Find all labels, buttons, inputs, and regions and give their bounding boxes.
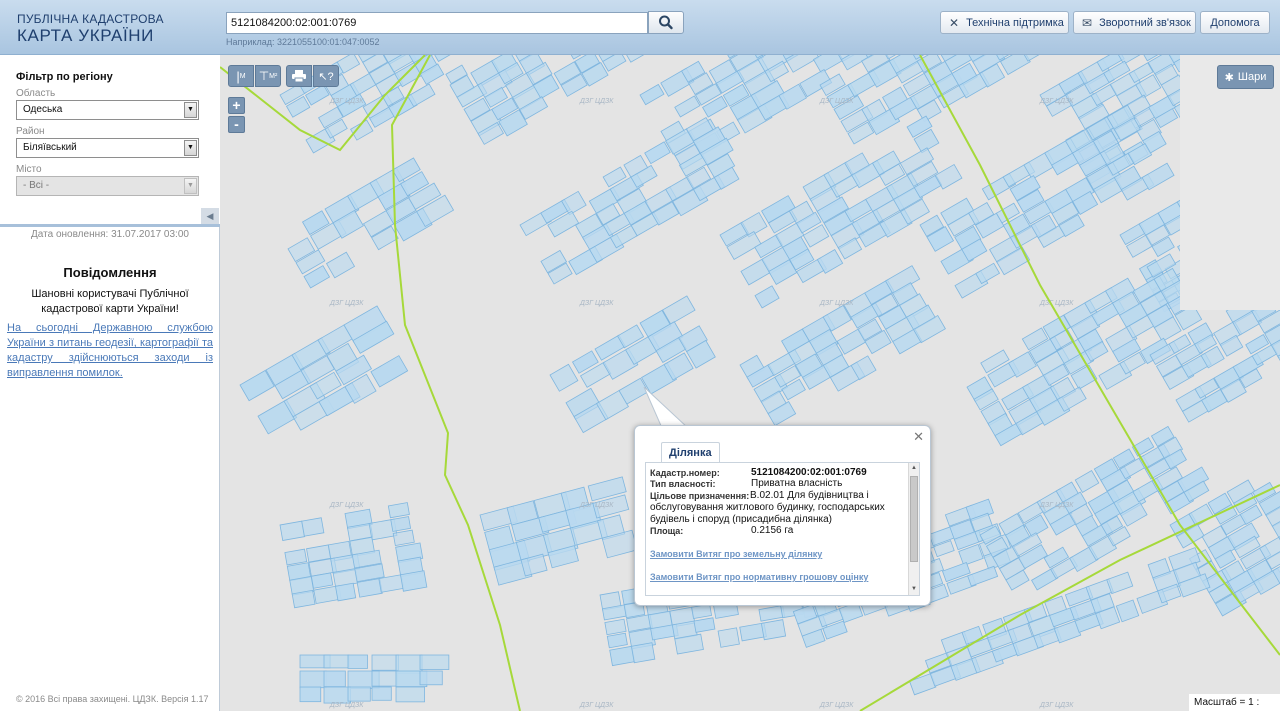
region-filter: Фільтр по регіону Область Одеська ▼ Райо… [0,55,220,226]
identify-button[interactable]: ↖? [313,65,339,87]
region-select[interactable]: Одеська ▼ [16,100,199,120]
notice-title: Повідомлення [63,265,157,280]
svg-text:ДЗГ ЦДЗК: ДЗГ ЦДЗК [329,98,364,105]
svg-text:ДЗГ ЦДЗК: ДЗГ ЦДЗК [579,300,614,307]
zoom-in-button[interactable]: + [228,97,245,114]
logo-line1: ПУБЛІЧНА КАДАСТРОВА [17,12,164,26]
cursor-question-icon: ↖? [318,70,334,83]
order-valuation-link[interactable]: Замовити Витяг про нормативну грошову оц… [650,572,868,582]
area-icon: ⊤ [258,69,270,83]
measure-area-unit: М² [269,72,278,80]
district-select[interactable]: Біляївський ▼ [16,138,199,158]
city-label: Місто [16,164,42,175]
ownership-value: Приватна власність [751,478,843,489]
search-icon [659,15,673,30]
region-select-value: Одеська [23,104,63,115]
scroll-down-icon[interactable]: ▼ [909,584,919,595]
cadastral-map[interactable]: ДЗГ ЦДЗК ДЗГ ЦДЗК ДЗГ ЦДЗК ДЗГ ЦДЗК ДЗГ ЦДЗК… [220,55,1280,711]
chevron-down-icon: ▼ [184,178,197,194]
ownership-label: Тип власності: [650,479,716,489]
update-date: Дата оновлення: 31.07.2017 03:00 [31,229,189,240]
minus-icon: - [234,116,239,132]
svg-text:ДЗГ ЦДЗК: ДЗГ ЦДЗК [1039,98,1074,105]
chevron-down-icon: ▼ [184,140,197,156]
svg-text:ДЗГ ЦДЗК: ДЗГ ЦДЗК [1039,300,1074,307]
measure-area-button[interactable]: ⊤ М² [255,65,281,87]
order-extract-link[interactable]: Замовити Витяг про земельну ділянку [650,549,822,559]
svg-text:ДЗГ ЦДЗК: ДЗГ ЦДЗК [819,98,854,105]
support-label: Технічна підтримка [966,16,1064,29]
svg-text:ДЗГ ЦДЗК: ДЗГ ЦДЗК [819,702,854,709]
svg-text:ДЗГ ЦДЗК: ДЗГ ЦДЗК [579,502,614,509]
svg-text:ДЗГ ЦДЗК: ДЗГ ЦДЗК [579,702,614,709]
feedback-button[interactable]: ✉ Зворотний зв'язок [1073,11,1196,34]
chevron-down-icon: ▼ [184,102,197,118]
collapse-sidebar-button[interactable]: ◀ [201,208,219,224]
cadastral-number-label: Кадастр.номер: [650,468,720,478]
region-label: Область [16,88,56,99]
layers-button[interactable]: ✱ Шари [1217,65,1274,89]
plus-icon: + [232,97,241,113]
measure-length-unit: М [239,72,246,80]
close-icon: ✕ [913,429,924,444]
svg-text:ДЗГ ЦДЗК: ДЗГ ЦДЗК [329,702,364,709]
tools-icon: ✕ [949,15,960,30]
measure-length-button[interactable]: | М [228,65,254,87]
site-logo[interactable]: ПУБЛІЧНА КАДАСТРОВА КАРТА УКРАЇНИ [17,13,164,44]
feedback-label: Зворотний зв'язок [1099,16,1191,29]
parcel-info-popup: ✕ Ділянка Кадастр.номер: 5121084200:02:0… [634,425,931,606]
support-button[interactable]: ✕ Технічна підтримка [940,11,1069,34]
search-button[interactable] [648,11,684,34]
scroll-thumb[interactable] [910,476,918,562]
layers-label: Шари [1237,71,1267,83]
printer-icon [292,70,306,82]
logo-line2: КАРТА УКРАЇНИ [17,26,154,45]
city-select[interactable]: - Всі - ▼ [16,176,199,196]
svg-text:ДЗГ ЦДЗК: ДЗГ ЦДЗК [579,98,614,105]
close-popup-button[interactable]: ✕ [913,429,924,445]
svg-text:ДЗГ ЦДЗК: ДЗГ ЦДЗК [819,300,854,307]
area-label: Площа: [650,526,684,536]
svg-text:ДЗГ ЦДЗК: ДЗГ ЦДЗК [329,502,364,509]
envelope-icon: ✉ [1082,15,1093,30]
copyright: © 2016 Всі права захищені. ЦДЗК. Версія … [16,694,209,704]
help-label: Допомога [1210,16,1260,29]
zoom-out-button[interactable]: - [228,116,245,133]
cadastral-number-value: 5121084200:02:001:0769 [751,467,867,478]
district-label: Район [16,126,45,137]
map-scale: Масштаб = 1 : 8531 [1189,694,1280,711]
svg-text:ДЗГ ЦДЗК: ДЗГ ЦДЗК [1039,702,1074,709]
tab-parcel[interactable]: Ділянка [661,442,720,462]
area-value: 0.2156 га [751,525,794,536]
help-button[interactable]: Допомога [1200,11,1270,34]
scroll-up-icon[interactable]: ▲ [909,463,919,474]
cadastral-search-input[interactable] [226,12,648,34]
notice-text: Шановні користувачі Публічної кадастрово… [31,288,189,315]
svg-text:ДЗГ ЦДЗК: ДЗГ ЦДЗК [329,300,364,307]
map-canvas[interactable]: ДЗГ ЦДЗК ДЗГ ЦДЗК ДЗГ ЦДЗК ДЗГ ЦДЗК ДЗГ ЦДЗК… [220,55,1280,711]
popup-pointer [643,387,690,429]
gear-icon: ✱ [1224,71,1234,84]
sidebar: Фільтр по регіону Область Одеська ▼ Райо… [0,55,220,711]
search-hint: Наприклад: 3221055100:01:047:0052 [226,37,380,47]
popup-body: Кадастр.номер: 5121084200:02:001:0769 Ти… [645,462,920,596]
district-select-value: Біляївський [23,142,77,153]
purpose-value: В.02.01 Для будівництва і обслуговування… [650,490,885,525]
print-button[interactable] [286,65,312,87]
city-select-value: - Всі - [23,180,50,191]
notice-link[interactable]: На сьогодні Державною службою України з … [7,321,213,381]
sidebar-divider [0,224,220,227]
header: ПУБЛІЧНА КАДАСТРОВА КАРТА УКРАЇНИ Наприк… [0,0,1280,55]
chevron-left-icon: ◀ [206,211,214,221]
popup-scrollbar[interactable]: ▲ ▼ [908,463,919,595]
svg-text:ДЗГ ЦДЗК: ДЗГ ЦДЗК [1039,502,1074,509]
filter-title: Фільтр по регіону [16,71,113,83]
